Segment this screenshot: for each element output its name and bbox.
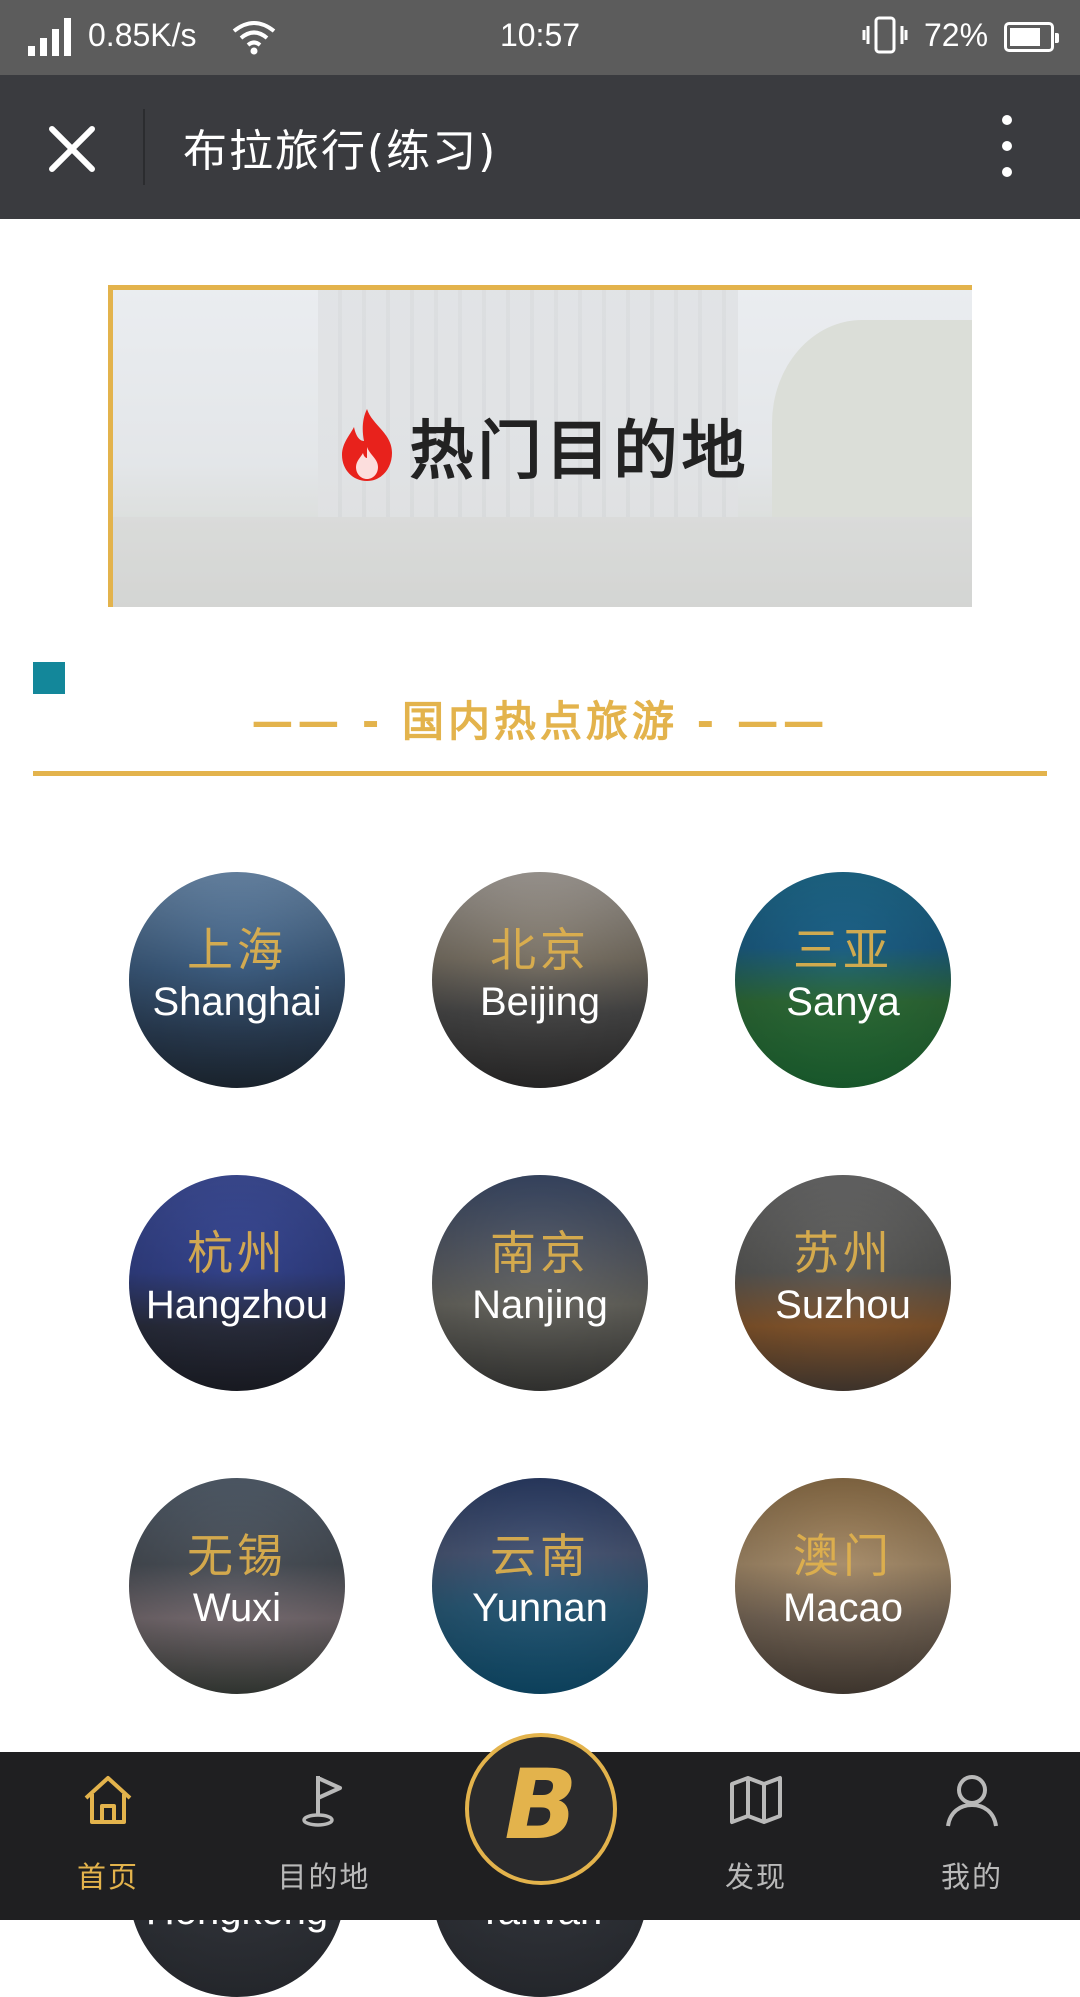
nav-destination[interactable]: 目的地 [216, 1752, 432, 1920]
city-name-en: Nanjing [472, 1283, 608, 1327]
banner-title: 热门目的地 [113, 400, 972, 492]
city-name-cn: 杭州 [187, 1226, 287, 1280]
page-title: 布拉旅行(练习) [183, 126, 498, 177]
banner-title-text: 热门目的地 [409, 415, 750, 489]
map-icon [730, 1776, 782, 1824]
user-icon [946, 1775, 998, 1827]
hot-destinations-banner[interactable]: 热门目的地 [108, 285, 972, 607]
section-title: —— - 国内热点旅游 - —— [251, 697, 829, 746]
city-name-cn: 澳门 [793, 1529, 893, 1583]
city-name-cn: 无锡 [187, 1529, 287, 1583]
city-wuxi[interactable]: 无锡 Wuxi [129, 1478, 345, 1694]
center-logo-button[interactable]: B [465, 1733, 617, 1885]
title-bar: 布拉旅行(练习) [0, 75, 1080, 219]
city-nanjing[interactable]: 南京 Nanjing [432, 1175, 648, 1391]
city-name-cn: 三亚 [793, 923, 893, 977]
city-macao[interactable]: 澳门 Macao [735, 1478, 951, 1694]
city-name-en: Shanghai [152, 980, 322, 1024]
city-yunnan[interactable]: 云南 Yunnan [432, 1478, 648, 1694]
nav-discover[interactable]: 发现 [648, 1752, 864, 1920]
nav-mine[interactable]: 我的 [864, 1752, 1080, 1920]
city-name-en: Beijing [479, 980, 601, 1024]
vibrate-icon [862, 16, 908, 54]
section-divider [33, 771, 1047, 776]
flame-icon [341, 409, 392, 481]
title-divider [143, 109, 145, 185]
city-name-en: Yunnan [472, 1586, 608, 1630]
city-name-cn: 苏州 [793, 1226, 893, 1280]
logo-letter: B [504, 1749, 578, 1861]
city-name-en: Hangzhou [145, 1283, 329, 1327]
close-button[interactable] [36, 113, 108, 185]
nav-destination-label: 目的地 [277, 1860, 371, 1894]
battery-icon [1004, 22, 1059, 52]
nav-home[interactable]: 首页 [0, 1752, 216, 1920]
city-sanya[interactable]: 三亚 Sanya [735, 872, 951, 1088]
city-name-en: Suzhou [775, 1283, 911, 1327]
home-icon [84, 1776, 132, 1824]
city-name-en: Sanya [786, 980, 900, 1024]
nav-discover-label: 发现 [724, 1860, 787, 1894]
nav-home-label: 首页 [76, 1860, 139, 1894]
city-hangzhou[interactable]: 杭州 Hangzhou [129, 1175, 345, 1391]
clock: 10:57 [499, 17, 581, 53]
city-name-en: Wuxi [192, 1586, 282, 1630]
status-bar: 0.85K/s 10:57 72% [0, 0, 1080, 75]
city-name-cn: 上海 [187, 923, 287, 977]
city-name-en: Macao [782, 1586, 904, 1630]
city-name-cn: 云南 [490, 1529, 590, 1583]
nav-mine-label: 我的 [940, 1860, 1003, 1894]
city-suzhou[interactable]: 苏州 Suzhou [735, 1175, 951, 1391]
city-beijing[interactable]: 北京 Beijing [432, 872, 648, 1088]
city-name-cn: 北京 [490, 923, 590, 977]
battery-percent: 72% [924, 17, 989, 53]
flag-pin-icon [302, 1776, 342, 1827]
city-name-cn: 南京 [490, 1226, 590, 1280]
city-shanghai[interactable]: 上海 Shanghai [129, 872, 345, 1088]
more-menu-button[interactable] [990, 115, 1024, 179]
